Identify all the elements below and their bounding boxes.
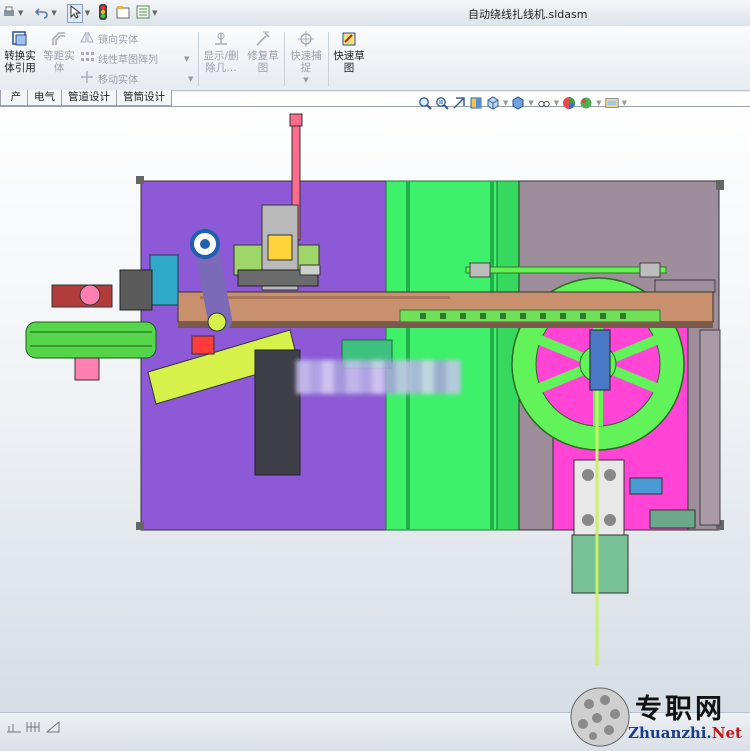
tab-products[interactable]: 产品 [0,90,28,106]
section-view-icon[interactable] [469,96,483,110]
view-orientation-dropdown-icon[interactable]: ▼ [503,99,508,107]
zoom-to-fit-icon[interactable] [418,96,432,110]
main-beam [177,291,714,328]
scene-dropdown-icon[interactable]: ▼ [596,99,601,107]
appearance-icon[interactable] [562,96,576,110]
sketch-status-icon[interactable] [6,721,22,736]
display-style-dropdown-icon[interactable]: ▼ [528,99,533,107]
tab-tubing[interactable]: 管筒设计 [116,90,172,106]
watermark-brand-part1: Zhuanzhi. [628,724,712,742]
tabs-divider [0,106,750,107]
grid-icon[interactable] [26,721,40,736]
watermark-brand-english: Zhuanzhi.Net [628,724,742,742]
previous-view-icon[interactable] [452,96,466,110]
hide-show-icon[interactable] [537,96,551,110]
watermark-brand-chinese: 专职网 [635,694,725,725]
tab-electrical[interactable]: 电气 [27,90,62,106]
green-rail-section [385,180,522,531]
watermark-brand-part2: Net [711,724,742,742]
view-settings-icon[interactable] [605,96,619,110]
zoom-area-icon[interactable] [435,96,449,110]
view-settings-dropdown-icon[interactable]: ▼ [622,99,627,107]
watermark-logo-ball-icon [570,687,630,747]
hide-show-dropdown-icon[interactable]: ▼ [554,99,559,107]
blurred-region [296,360,461,394]
tab-piping[interactable]: 管道设计 [61,90,117,106]
scene-icon[interactable] [579,96,593,110]
display-style-icon[interactable] [511,96,525,110]
measure-icon[interactable] [45,720,60,736]
view-orientation-icon[interactable] [486,96,500,110]
command-manager-tabs: 产品 电气 管道设计 管筒设计 [0,90,172,106]
heads-up-view-toolbar: ▼ ▼ ▼ ▼ ▼ [418,96,627,110]
